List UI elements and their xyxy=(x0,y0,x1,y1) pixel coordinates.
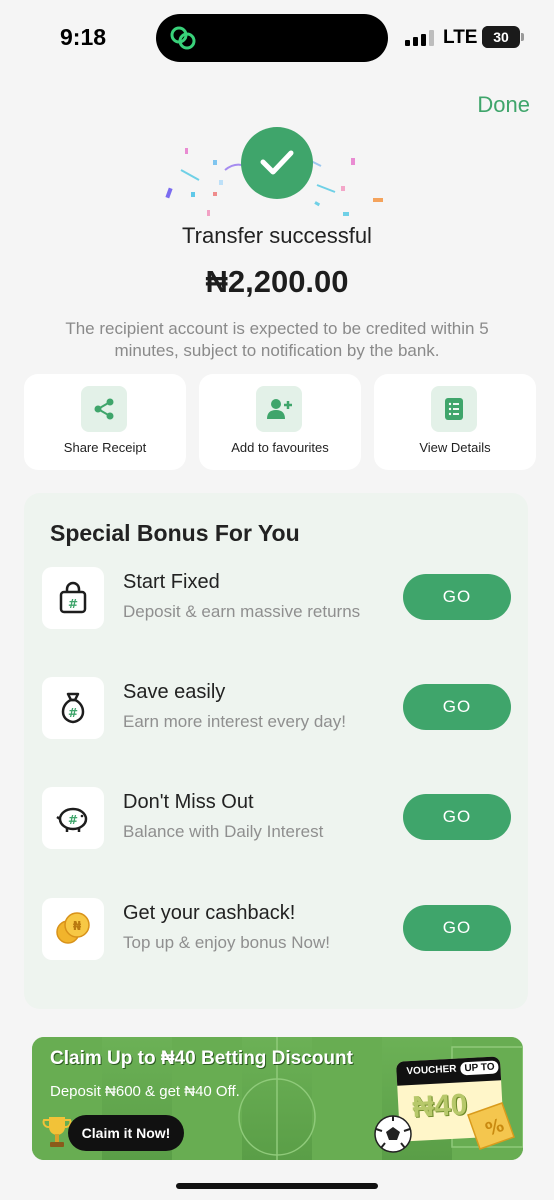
bonus-item-title: Save easily xyxy=(123,681,226,703)
banner-title: Claim Up to ₦40 Betting Discount xyxy=(50,1048,353,1069)
receipt-actions: Share Receipt Add to favourites View Det… xyxy=(24,374,536,470)
bonus-item-desc: Top up & enjoy bonus Now! xyxy=(123,933,330,952)
voucher-amount: ₦40 xyxy=(411,1088,469,1124)
add-user-icon xyxy=(256,386,302,432)
network-type: LTE xyxy=(443,27,478,48)
bonus-item-desc: Balance with Daily Interest xyxy=(123,822,324,841)
bonus-item-title: Get your cashback! xyxy=(123,902,296,924)
start-fixed-go-button[interactable]: GO xyxy=(403,574,511,620)
claim-now-button[interactable]: Claim it Now! xyxy=(68,1115,184,1151)
view-details-button[interactable]: View Details xyxy=(374,374,536,470)
home-indicator[interactable] xyxy=(176,1183,378,1189)
svg-text:#: # xyxy=(68,597,78,611)
svg-text:#: # xyxy=(68,706,78,720)
bonus-item-dont-miss-out: # Don't Miss Out Balance with Daily Inte… xyxy=(24,787,528,867)
share-receipt-button[interactable]: Share Receipt xyxy=(24,374,186,470)
dynamic-island xyxy=(156,14,388,62)
bonus-item-title: Start Fixed xyxy=(123,571,220,593)
bonus-item-save-easily: # Save easily Earn more interest every d… xyxy=(24,677,528,757)
bonus-item-desc: Deposit & earn massive returns xyxy=(123,602,361,621)
credit-notice: The recipient account is expected to be … xyxy=(65,319,489,360)
football-icon xyxy=(374,1115,412,1153)
cashback-go-button[interactable]: GO xyxy=(403,905,511,951)
view-details-label: View Details xyxy=(419,440,491,455)
battery-level: 30 xyxy=(493,29,509,45)
banner-subtitle: Deposit ₦600 & get ₦40 Off. xyxy=(50,1083,240,1100)
link-app-icon xyxy=(170,26,196,50)
voucher-upto: UP TO xyxy=(460,1060,499,1076)
discount-ticket-icon: % xyxy=(467,1102,515,1150)
success-check-icon xyxy=(241,127,313,199)
betting-discount-banner[interactable]: Claim Up to ₦40 Betting Discount Deposit… xyxy=(32,1037,523,1160)
lock-bag-icon: # xyxy=(42,567,104,629)
special-bonus-panel: Special Bonus For You # Start Fixed Depo… xyxy=(24,493,528,1009)
svg-text:₦: ₦ xyxy=(73,919,82,933)
status-time: 9:18 xyxy=(60,24,107,50)
document-list-icon xyxy=(431,386,477,432)
done-button[interactable]: Done xyxy=(477,92,530,118)
bonus-item-start-fixed: # Start Fixed Deposit & earn massive ret… xyxy=(24,567,528,647)
piggy-bank-icon: # xyxy=(42,787,104,849)
transfer-status-title: Transfer successful xyxy=(182,223,372,248)
battery-nub xyxy=(521,33,524,41)
bonus-item-desc: Earn more interest every day! xyxy=(123,712,346,731)
dont-miss-out-go-button[interactable]: GO xyxy=(403,794,511,840)
money-bag-icon: # xyxy=(42,677,104,739)
share-receipt-label: Share Receipt xyxy=(63,440,147,455)
bonus-item-cashback: ₦ Get your cashback! Top up & enjoy bonu… xyxy=(24,898,528,978)
status-bar: 9:18 LTE 30 xyxy=(0,0,554,76)
coins-icon: ₦ xyxy=(42,898,104,960)
bonus-item-title: Don't Miss Out xyxy=(123,791,254,813)
share-icon xyxy=(81,386,127,432)
transfer-amount: ₦2,200.00 xyxy=(205,264,349,299)
svg-text:#: # xyxy=(68,813,78,827)
signal-icon xyxy=(405,30,435,46)
battery-icon: 30 xyxy=(482,26,520,48)
bonus-title: Special Bonus For You xyxy=(50,520,300,546)
add-to-favourites-label: Add to favourites xyxy=(231,440,329,455)
save-easily-go-button[interactable]: GO xyxy=(403,684,511,730)
add-to-favourites-button[interactable]: Add to favourites xyxy=(199,374,361,470)
